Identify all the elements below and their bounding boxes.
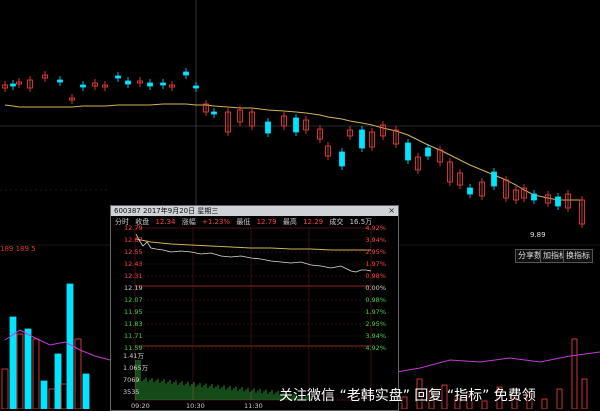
y-tick-price: 11.95	[124, 308, 143, 316]
popup-info-bar: 分时 收盘 12.34 涨幅 +1.23% 最低 12.79 最高 12.29 …	[111, 217, 398, 227]
y-tick-price: 12.67	[124, 236, 143, 244]
timeshare-grid	[135, 227, 371, 349]
info-high-label: 最高	[282, 218, 297, 226]
candle	[160, 82, 166, 86]
y-tick-percent: 1.97%	[365, 308, 386, 316]
volume-bar	[82, 373, 90, 409]
info-change-value: +1.23%	[201, 218, 231, 226]
y-tick-percent: 3.94%	[365, 332, 386, 340]
candle	[339, 151, 345, 167]
candle	[183, 71, 189, 76]
y-tick-price: 12.19	[124, 284, 143, 292]
info-high-value: 12.29	[303, 218, 324, 226]
volume-bar	[66, 283, 74, 409]
y-tick-price: 11.83	[124, 320, 143, 328]
info-volume-label: 成交	[329, 218, 344, 226]
y-tick-price: 11.71	[124, 332, 143, 340]
y-tick-percent: 4.92%	[365, 344, 386, 352]
info-low-label: 最低	[236, 218, 251, 226]
y-tick-percent: 0.98%	[365, 272, 386, 280]
y-tick-percent: 2.95%	[365, 248, 386, 256]
timeshare-popup[interactable]: 600387 2017年9月20日 星期三 × 分时 收盘 12.34 涨幅 +…	[110, 205, 399, 411]
y-tick-percent: 1.97%	[365, 260, 386, 268]
candle	[531, 193, 537, 201]
volume-bar	[54, 353, 62, 409]
timeshare-chart	[134, 227, 372, 401]
y-tick-price: 11.59	[124, 344, 143, 352]
y-tick-percent: 2.95%	[365, 320, 386, 328]
candle	[293, 117, 299, 133]
volume-bar	[16, 333, 24, 409]
y-tick-percent: 3.94%	[365, 236, 386, 244]
popup-title-text: 600387 2017年9月20日 星期三	[114, 207, 219, 215]
candle	[405, 142, 411, 161]
candle	[57, 79, 63, 83]
avg-price-line	[135, 238, 371, 251]
candle	[467, 187, 473, 195]
candle	[265, 121, 271, 134]
price-line	[135, 233, 372, 273]
candle	[125, 80, 131, 85]
candle	[10, 83, 16, 87]
y-tick-volume: 7069	[123, 376, 140, 384]
info-low-value: 12.79	[256, 218, 277, 226]
y-tick-price: 12.07	[124, 296, 143, 304]
y-tick-percent: 0.00%	[365, 284, 386, 292]
info-change-label: 涨幅	[181, 218, 196, 226]
kline-min-label: 9.89	[530, 231, 546, 239]
candle	[147, 82, 153, 87]
y-tick-price: 12.43	[124, 260, 143, 268]
volume-bar	[24, 328, 32, 409]
candle	[193, 85, 199, 89]
y-tick-price: 12.79	[124, 224, 143, 232]
volume-bar	[1, 368, 9, 409]
volume-ma-line-right	[396, 351, 600, 373]
candle	[211, 111, 217, 115]
y-tick-volume: 3535	[123, 388, 140, 396]
y-tick-price: 12.31	[124, 272, 143, 280]
candle	[115, 75, 121, 79]
info-close-value: 12.34	[155, 218, 176, 226]
candle	[491, 171, 497, 187]
y-tick-percent: 4.92%	[365, 224, 386, 232]
popup-title: 600387 2017年9月20日 星期三 ×	[111, 206, 398, 216]
candle	[425, 147, 431, 157]
volume-bar	[60, 383, 68, 409]
volume-bar	[9, 316, 17, 409]
volume-bar	[40, 380, 48, 409]
candlestick-series	[2, 68, 585, 228]
candle	[80, 84, 86, 88]
y-tick-volume: 1.065万	[123, 364, 149, 372]
y-tick-volume: 1.41万	[123, 352, 144, 360]
candle	[555, 196, 561, 207]
change-indicator-button[interactable]: 换指标	[563, 249, 593, 263]
volume-bar	[32, 338, 40, 409]
y-tick-price: 12.55	[124, 248, 143, 256]
volume-bar	[48, 388, 56, 409]
y-tick-percent: 0.98%	[365, 296, 386, 304]
volume-indicator-label: 189 189 5	[0, 245, 36, 253]
close-icon[interactable]: ×	[388, 206, 395, 216]
watermark-banner: 关注微信 “老韩实盘” 回复 “指标” 免费领	[279, 388, 536, 404]
candle	[359, 129, 365, 149]
